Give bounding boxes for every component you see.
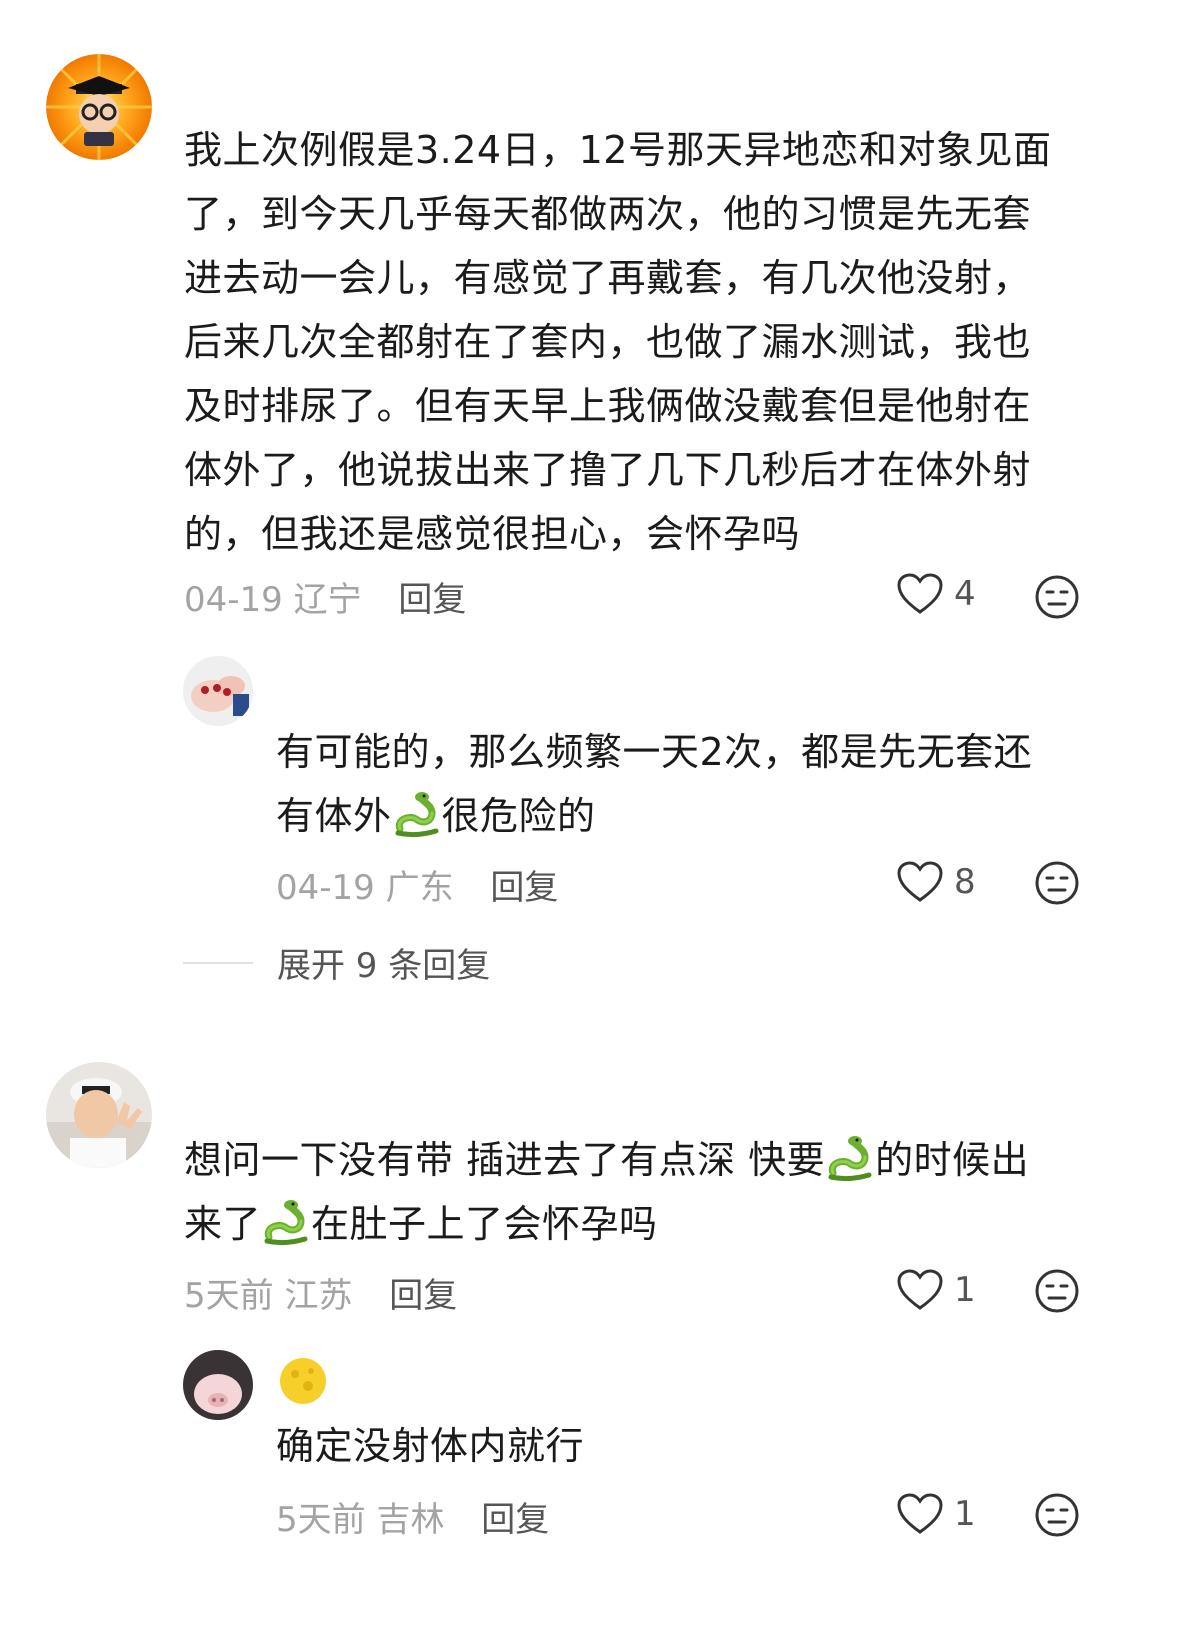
reply-meta: 5天前 吉林 回复 [276, 1492, 549, 1541]
comment-date: 04-19 [184, 580, 283, 620]
commenter-avatar[interactable] [46, 54, 152, 160]
like-count: 1 [954, 1270, 976, 1310]
snake-emoji [392, 789, 442, 839]
reply-text-segment: 很危险的 [441, 794, 596, 838]
moon-emoji [278, 1356, 328, 1406]
reply-location: 吉林 [376, 1500, 445, 1540]
commenter-avatar[interactable] [46, 1062, 152, 1168]
reply-button[interactable]: 回复 [389, 1276, 457, 1316]
comment-line: 后来几次全都射在了套内，也做了漏水测试，我也 [184, 320, 1032, 364]
heart-outline-icon [897, 1269, 943, 1310]
dislike-button[interactable] [1034, 1492, 1080, 1538]
reply-avatar[interactable] [183, 656, 253, 726]
neutral-face-icon [1035, 1493, 1079, 1537]
heart-outline-icon [897, 1493, 943, 1534]
comment-line: 来了 在肚子上了会怀孕吗 [184, 1192, 1029, 1256]
reply-button[interactable]: 回复 [481, 1500, 549, 1540]
comment-line: 进去动一会儿，有感觉了再戴套，有几次他没射， [184, 256, 1032, 300]
dislike-button[interactable] [1034, 1268, 1080, 1314]
comment-location: 辽宁 [293, 580, 362, 620]
heart-outline-icon [897, 573, 943, 614]
reply-body: 确定没射体内就行 [276, 1414, 584, 1478]
comment-body: 我上次例假是3.24日，12号那天异地恋和对象见面 了，到今天几乎每天都做两次，… [184, 118, 1051, 566]
neutral-face-icon [1035, 575, 1079, 619]
divider-line [183, 961, 253, 964]
neutral-face-icon [1035, 1269, 1079, 1313]
like-count: 8 [954, 862, 976, 902]
comment-line: 的，但我还是感觉很担心，会怀孕吗 [184, 512, 801, 556]
comment-location: 江苏 [284, 1276, 353, 1316]
expand-replies-label: 展开 9 条回复 [277, 946, 491, 986]
reply-date: 5天前 [276, 1500, 366, 1540]
comment-text-segment: 想问一下没有带 插进去了有点深 快要 [184, 1138, 826, 1182]
like-button[interactable]: 4 [896, 572, 976, 616]
reply-date: 04-19 [276, 868, 375, 908]
comment-line: 想问一下没有带 插进去了有点深 快要 的时候出 [184, 1128, 1029, 1192]
reply-line: 有可能的，那么频繁一天2次，都是先无套还 [276, 730, 1033, 774]
snake-emoji [261, 1197, 311, 1247]
like-count: 4 [954, 574, 976, 614]
reply-button[interactable]: 回复 [398, 580, 466, 620]
reply-avatar[interactable] [183, 1350, 253, 1420]
comment-text-segment: 来了 [184, 1202, 262, 1246]
expand-replies[interactable]: 展开 9 条回复 [183, 938, 490, 987]
snake-emoji [825, 1133, 875, 1183]
comment-line: 及时排尿了。但有天早上我俩做没戴套但是他射在 [184, 384, 1032, 428]
comment-meta: 5天前 江苏 回复 [184, 1268, 457, 1317]
like-button[interactable]: 8 [896, 860, 976, 904]
reply-body: 有可能的，那么频繁一天2次，都是先无套还 有体外 很危险的 [276, 720, 1032, 848]
reply-button[interactable]: 回复 [490, 868, 558, 908]
like-button[interactable]: 1 [896, 1492, 976, 1536]
comment-line: 我上次例假是3.24日，12号那天异地恋和对象见面 [184, 128, 1052, 172]
comment-line: 体外了，他说拔出来了撸了几下几秒后才在体外射 [184, 448, 1032, 492]
like-count: 1 [954, 1494, 976, 1534]
heart-outline-icon [897, 861, 943, 902]
reply-text-segment: 有体外 [276, 794, 392, 838]
comment-line: 了，到今天几乎每天都做两次，他的习惯是先无套 [184, 192, 1032, 236]
comment-text-segment: 的时候出 [875, 1138, 1030, 1182]
comment-body: 想问一下没有带 插进去了有点深 快要 的时候出 来了 在肚子上了会怀孕吗 [184, 1128, 1029, 1256]
comment-date: 5天前 [184, 1276, 274, 1316]
reply-location: 广东 [385, 868, 454, 908]
comment-text-segment: 在肚子上了会怀孕吗 [311, 1202, 658, 1246]
neutral-face-icon [1035, 861, 1079, 905]
dislike-button[interactable] [1034, 574, 1080, 620]
like-button[interactable]: 1 [896, 1268, 976, 1312]
comment-meta: 04-19 辽宁 回复 [184, 572, 466, 621]
reply-meta: 04-19 广东 回复 [276, 860, 558, 909]
reply-line: 有体外 很危险的 [276, 784, 1032, 848]
dislike-button[interactable] [1034, 860, 1080, 906]
reply-line: 确定没射体内就行 [276, 1424, 585, 1468]
